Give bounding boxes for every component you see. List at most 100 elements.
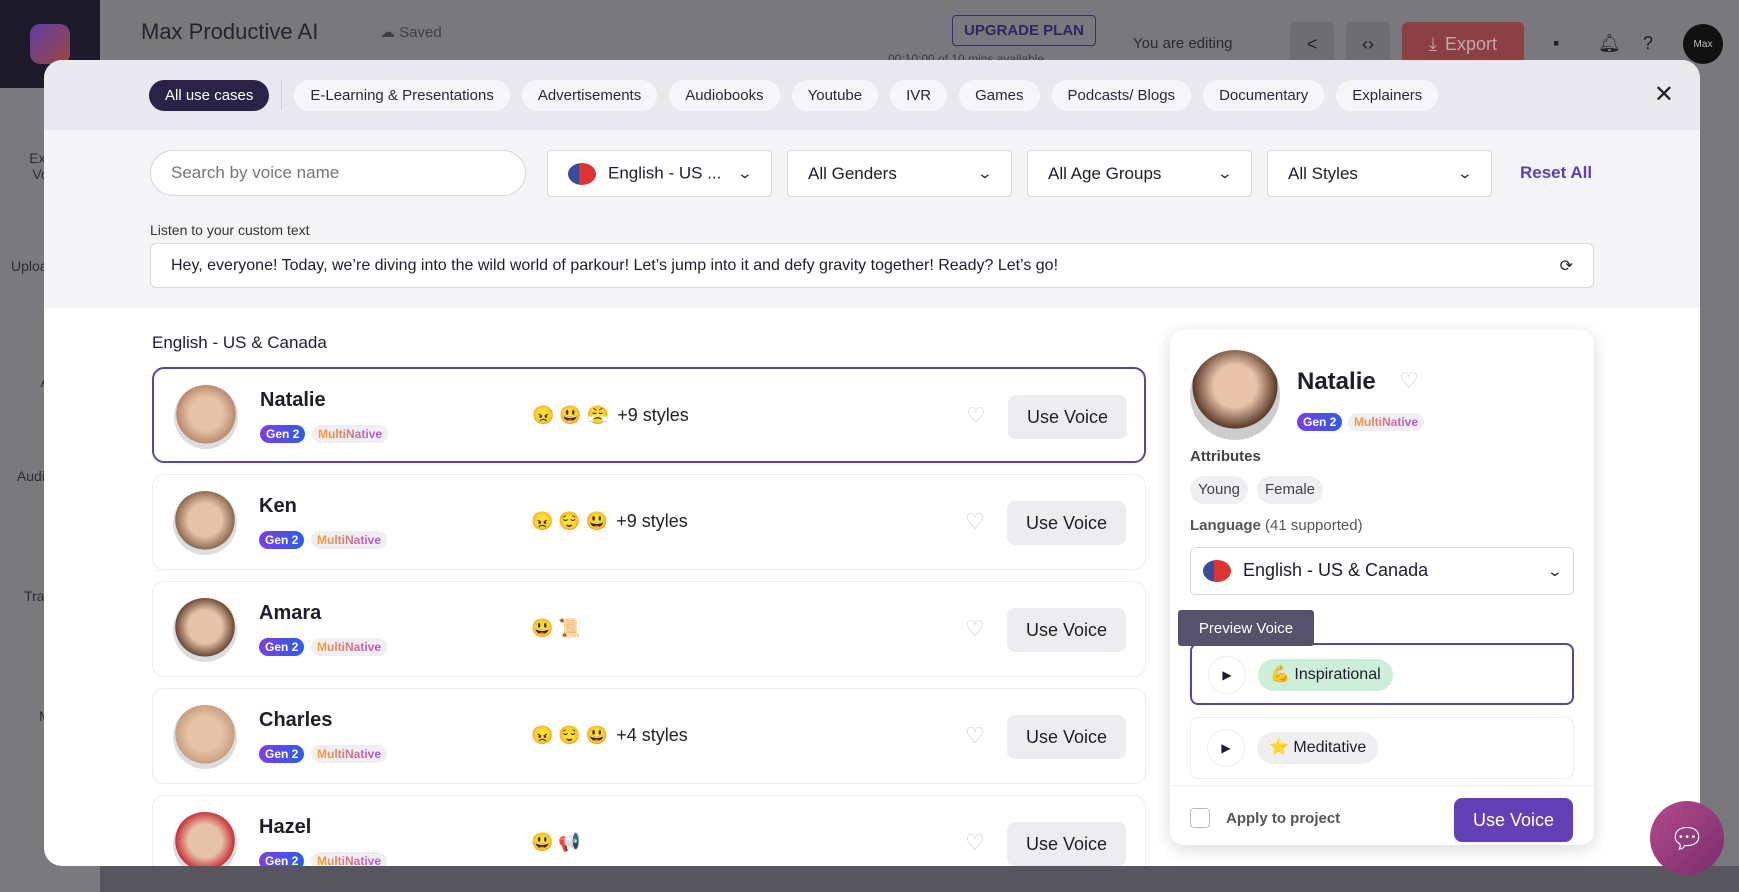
timeline[interactable] <box>100 866 1739 892</box>
reset-all-button[interactable]: Reset All <box>1520 163 1592 183</box>
language-heading: Language (41 supported) <box>1190 517 1363 534</box>
voice-card[interactable]: Natalie Gen 2 MultiNative 😠 😃 😤 +9 styles… <box>152 367 1146 463</box>
voice-card[interactable]: Charles Gen 2 MultiNative 😠 😌 😃 +4 styles… <box>152 688 1146 784</box>
tab-explainers[interactable]: Explainers <box>1336 79 1439 111</box>
upgrade-plan-button[interactable]: UPGRADE PLAN <box>952 15 1097 46</box>
gen2-badge: Gen 2 <box>259 745 305 763</box>
tab-all-use-cases[interactable]: All use cases <box>149 79 270 111</box>
voice-name: Natalie <box>1297 368 1376 395</box>
style-emoji-icons: 😠 😃 😤 <box>532 405 610 425</box>
more-styles[interactable]: +4 styles <box>616 725 688 746</box>
flexed-biceps-icon: 💪 <box>1270 666 1290 683</box>
voice-name: Natalie <box>260 389 326 411</box>
voice-card[interactable]: Amara Gen 2 MultiNative 😃 📜 ♡ Use Voice <box>152 581 1146 677</box>
voice-name: Amara <box>259 602 322 624</box>
custom-text-input[interactable]: Hey, everyone! Today, we’re diving into … <box>150 243 1594 288</box>
voice-avatar <box>174 385 238 449</box>
multinative-badge: MultiNative <box>312 425 389 443</box>
attributes-heading: Attributes <box>1190 448 1261 465</box>
style-row-inspirational[interactable]: ▶ 💪 Inspirational <box>1190 643 1574 705</box>
language-filter-value: English - US ... <box>608 162 722 182</box>
play-icon[interactable]: ▶ <box>1208 656 1246 694</box>
multinative-label: MultiNative <box>317 640 382 654</box>
tab-ivr[interactable]: IVR <box>890 79 948 111</box>
tab-audiobooks[interactable]: Audiobooks <box>669 79 780 111</box>
gender-filter-value: All Genders <box>808 163 897 183</box>
style-tag: 💪 Inspirational <box>1258 659 1393 691</box>
voice-avatar <box>173 812 237 866</box>
tab-youtube[interactable]: Youtube <box>791 79 879 111</box>
age-filter[interactable]: All Age Groups ⌄ <box>1027 150 1252 197</box>
gender-filter[interactable]: All Genders ⌄ <box>787 150 1012 197</box>
attribute-tag: Female <box>1257 476 1324 504</box>
favorite-heart-icon[interactable]: ♡ <box>965 616 985 642</box>
voice-name: Charles <box>259 709 333 731</box>
style-emoji-icons: 😃 📢 <box>531 832 581 852</box>
divider <box>281 80 283 110</box>
us-flag-icon <box>1203 560 1231 583</box>
more-styles[interactable]: +9 styles <box>617 405 689 426</box>
voice-name: Ken <box>259 495 297 517</box>
multinative-label: MultiNative <box>317 533 382 547</box>
favorite-heart-icon[interactable]: ♡ <box>965 723 985 749</box>
project-title[interactable]: Max Productive AI <box>141 19 318 45</box>
style-emojis: 😃 📢 <box>531 832 589 853</box>
tab-documentary[interactable]: Documentary <box>1203 79 1325 111</box>
multinative-badge: MultiNative <box>311 638 388 656</box>
saved-status: ☁ Saved <box>380 24 442 41</box>
gen2-badge: Gen 2 <box>260 425 306 443</box>
more-styles[interactable]: +9 styles <box>616 511 688 532</box>
chat-support-button[interactable]: 💬︎ <box>1650 801 1724 875</box>
language-select-value: English - US & Canada <box>1243 559 1429 580</box>
use-voice-button[interactable]: Use Voice <box>1007 608 1126 652</box>
style-filter[interactable]: All Styles ⌄ <box>1267 150 1492 197</box>
export-label: Export <box>1444 33 1497 54</box>
tab-podcasts[interactable]: Podcasts/ Blogs <box>1051 79 1192 111</box>
voice-detail-panel: Natalie ♡ Gen 2 MultiNative Attributes Y… <box>1170 330 1594 845</box>
use-voice-button[interactable]: Use Voice <box>1007 501 1126 545</box>
use-voice-button[interactable]: Use Voice <box>1454 798 1573 842</box>
download-icon: ⤓ <box>1429 33 1437 54</box>
voice-card[interactable]: Ken Gen 2 MultiNative 😠 😌 😃 +9 styles ♡ U… <box>152 474 1146 570</box>
style-emojis: 😠 😌 😃 +9 styles <box>531 511 688 532</box>
voice-card[interactable]: Hazel Gen 2 MultiNative 😃 📢 ♡ Use Voice <box>152 795 1146 866</box>
use-voice-button[interactable]: Use Voice <box>1007 822 1126 866</box>
star-icon: ⭐ <box>1269 739 1289 756</box>
voice-avatar <box>173 598 237 662</box>
multinative-label: MultiNative <box>318 427 383 441</box>
bell-icon[interactable]: 🔔︎ <box>1598 33 1621 54</box>
apply-to-project-label[interactable]: Apply to project <box>1226 810 1340 827</box>
use-voice-button[interactable]: Use Voice <box>1007 715 1126 759</box>
multinative-badge: MultiNative <box>311 531 388 549</box>
chevron-down-icon: ⌄ <box>1546 562 1564 579</box>
favorite-heart-icon[interactable]: ♡ <box>965 830 985 856</box>
use-voice-button[interactable]: Use Voice <box>1008 395 1127 439</box>
favorite-heart-icon[interactable]: ♡ <box>965 509 985 535</box>
use-case-tabs: All use cases E-Learning & Presentations… <box>44 60 1700 130</box>
voice-avatar <box>173 705 237 769</box>
style-row-meditative[interactable]: ▶ ⭐ Meditative <box>1190 717 1574 779</box>
user-avatar[interactable]: Max <box>1683 24 1723 64</box>
preview-voice-tooltip: Preview Voice <box>1178 610 1314 646</box>
language-filter[interactable]: English - US ... ⌄ <box>547 150 772 197</box>
multinative-badge: MultiNative <box>311 745 388 763</box>
refresh-icon[interactable]: ⟳ <box>1560 256 1573 276</box>
multinative-label: MultiNative <box>317 747 382 761</box>
favorite-heart-icon[interactable]: ♡ <box>1399 368 1419 394</box>
multinative-badge: MultiNative <box>1348 413 1425 431</box>
tab-advertisements[interactable]: Advertisements <box>521 79 658 111</box>
tab-games[interactable]: Games <box>959 79 1040 111</box>
help-icon[interactable]: ? <box>1643 33 1653 54</box>
us-flag-icon <box>568 162 596 185</box>
apply-to-project-checkbox[interactable] <box>1190 808 1210 828</box>
play-icon[interactable]: ▶ <box>1207 729 1245 767</box>
search-input[interactable] <box>150 150 526 196</box>
tab-elearning[interactable]: E-Learning & Presentations <box>294 79 510 111</box>
chevron-down-icon: ⌄ <box>976 165 994 181</box>
close-icon[interactable]: ✕ <box>1654 80 1674 109</box>
language-select[interactable]: English - US & Canada ⌄ <box>1190 547 1574 595</box>
language-count: (41 supported) <box>1265 517 1363 534</box>
chat-icon[interactable]: ▪ <box>1553 33 1559 54</box>
multinative-badge: MultiNative <box>311 852 388 866</box>
favorite-heart-icon[interactable]: ♡ <box>966 403 986 429</box>
